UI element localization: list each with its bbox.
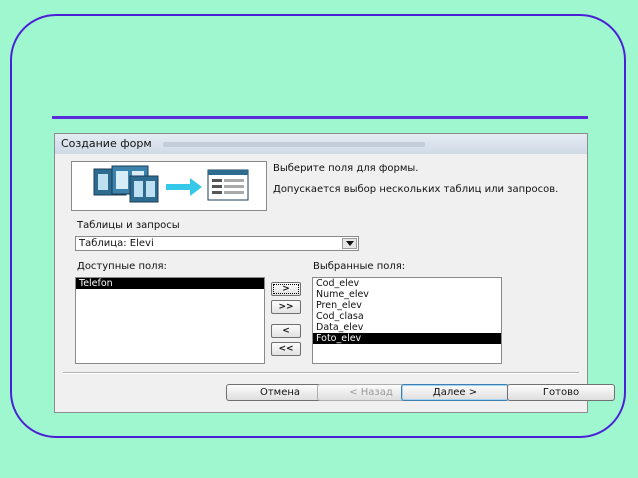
- selected-fields-list[interactable]: Cod_elev Nume_elev Pren_elev Cod_clasa Data_…: [312, 277, 502, 364]
- list-item[interactable]: Nume_elev: [313, 289, 501, 300]
- title-blurred-region: [163, 142, 425, 147]
- tables-queries-combobox[interactable]: Таблица: Elevi: [75, 236, 359, 251]
- next-button[interactable]: Далее >: [401, 384, 509, 401]
- list-item[interactable]: Cod_elev: [313, 278, 501, 289]
- available-fields-list[interactable]: Telefon: [75, 277, 265, 364]
- combobox-value: Таблица: Elevi: [79, 238, 154, 249]
- list-item[interactable]: Data_elev: [313, 322, 501, 333]
- list-item[interactable]: Cod_clasa: [313, 311, 501, 322]
- list-item[interactable]: Pren_elev: [313, 300, 501, 311]
- dialog-titlebar[interactable]: Создание форм: [55, 134, 587, 154]
- available-fields-label: Доступные поля:: [77, 261, 167, 272]
- add-all-fields-button[interactable]: >>: [271, 300, 301, 314]
- finish-button[interactable]: Готово: [507, 384, 615, 401]
- remove-field-button[interactable]: <: [271, 324, 301, 338]
- instruction-hint: Допускается выбор нескольких таблиц или …: [273, 184, 559, 195]
- list-item[interactable]: Foto_elev: [313, 333, 501, 344]
- slide-divider: [52, 116, 588, 119]
- tables-queries-label: Таблицы и запросы: [77, 220, 180, 231]
- remove-all-fields-button[interactable]: <<: [271, 342, 301, 356]
- combobox-dropdown-button[interactable]: [342, 238, 357, 249]
- chevron-down-icon: [346, 241, 354, 246]
- list-item[interactable]: Telefon: [76, 278, 264, 289]
- footer-separator: [63, 372, 579, 374]
- wizard-illustration-icon: [71, 161, 267, 211]
- selected-fields-label: Выбранные поля:: [313, 261, 406, 272]
- add-field-button[interactable]: >: [271, 282, 301, 296]
- dialog-title: Создание форм: [61, 137, 152, 150]
- instruction-text: Выберите поля для формы.: [273, 163, 419, 174]
- form-wizard-dialog: Создание форм Выберите поля для формы. Д…: [54, 133, 615, 413]
